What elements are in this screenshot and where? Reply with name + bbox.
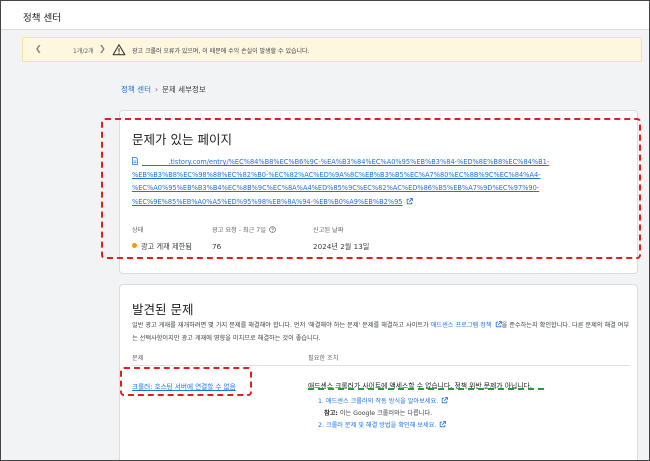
warning-icon <box>112 44 126 56</box>
external-link-icon[interactable] <box>439 421 447 428</box>
requests-label-wrap: 광고 요청 - 최근 7일 <box>212 225 276 234</box>
action-steps: 1. 애드센스 크롤러의 작동 방식을 알아보세요. 참고: 이는 Google… <box>318 396 448 432</box>
found-issues-description: 일반 광고 게재를 재개하려면 몇 가지 문제를 해결해야 합니다. 먼저 '해… <box>132 319 632 345</box>
program-policy-link[interactable]: 애드센스 프로그램 정책 <box>431 322 492 329</box>
banner-message: 광고 크롤러 오류가 있으며, 이 때문에 수익 손실이 발생할 수 있습니다. <box>132 48 310 55</box>
column-header-action: 필요한 조치 <box>308 355 339 362</box>
date-label: 신고된 날짜 <box>313 227 344 234</box>
chevron-left-icon[interactable]: ❮ <box>35 44 42 53</box>
breadcrumb-root[interactable]: 정책 센터 <box>121 85 151 94</box>
chevron-right-icon[interactable]: ❯ <box>99 44 106 53</box>
found-issues-card: 발견된 문제 일반 광고 게재를 재개하려면 몇 가지 문제를 해결해야 합니다… <box>119 284 638 461</box>
status-label: 상태 <box>132 227 144 234</box>
status-value: 광고 게재 제한됨 <box>141 242 192 251</box>
note-text: 이는 Google 크롤러와는 다릅니다. <box>337 410 433 417</box>
external-link-icon[interactable] <box>441 397 448 404</box>
step-learn-crawler-link[interactable]: 1. 애드센스 크롤러의 작동 방식을 알아보세요. <box>318 398 438 405</box>
chevron-right-icon: › <box>154 85 158 94</box>
note-label: 참고: <box>324 410 338 417</box>
requests-value: 76 <box>212 242 222 251</box>
external-link-icon[interactable] <box>406 197 413 205</box>
external-link-icon[interactable] <box>495 321 502 328</box>
app-title: 정책 센터 <box>23 13 61 24</box>
found-issues-title: 발견된 문제 <box>132 302 194 317</box>
url-line[interactable]: %EC%9E%85%EB%A0%A5%ED%95%98%EB%8A%94-%EB… <box>132 198 403 206</box>
date-value: 2024년 2월 13일 <box>313 242 370 251</box>
top-app-bar: 정책 센터 <box>1 1 649 30</box>
action-description: 애드센스 크롤러가 사이트에 액세스할 수 없습니다. 정책 위반 문제가 아닙… <box>308 382 532 390</box>
help-icon[interactable] <box>269 226 276 233</box>
url-line[interactable]: %EB%B3%B8%EC%98%88%EC%82%B0-%EC%82%AC%ED… <box>132 171 541 179</box>
desc-text: 일반 광고 게재를 재개하려면 몇 가지 문제를 해결해야 합니다. 먼저 '해… <box>132 322 431 329</box>
document-icon <box>132 157 138 165</box>
problem-page-card: 문제가 있는 페이지 ________.tistory.com/entry/%E… <box>119 110 638 274</box>
column-header-issue: 문제 <box>132 355 144 362</box>
requests-label: 광고 요청 - 최근 7일 <box>212 227 266 234</box>
warning-banner: ❮ 1개/2개 ❯ 광고 크롤러 오류가 있으며, 이 때문에 수익 손실이 발… <box>22 37 642 62</box>
problem-page-url[interactable]: ________.tistory.com/entry/%EC%84%B8%EC%… <box>132 156 572 209</box>
banner-pager: 1개/2개 <box>73 48 94 55</box>
warning-dot-icon <box>132 243 137 248</box>
breadcrumb: 정책 센터 › 문제 세부정보 <box>121 84 206 95</box>
divider <box>132 365 630 366</box>
url-line[interactable]: ________.tistory.com/entry/%EC%84%B8%EC%… <box>142 158 549 166</box>
status-badge: 광고 게재 제한됨 <box>132 242 192 252</box>
step-fix-crawler-link[interactable]: 2. 크롤러 문제 및 해결 방법을 확인해 보세요. <box>318 422 436 429</box>
url-line[interactable]: %EC%A0%95%EB%B3%B4%EC%8B%9C%EC%8A%A4%ED%… <box>132 184 539 192</box>
breadcrumb-current: 문제 세부정보 <box>161 85 206 94</box>
crawler-issue-link[interactable]: 크롤러: 호스팅 서버에 연결할 수 없음 <box>132 381 236 391</box>
problem-page-title: 문제가 있는 페이지 <box>132 132 232 147</box>
